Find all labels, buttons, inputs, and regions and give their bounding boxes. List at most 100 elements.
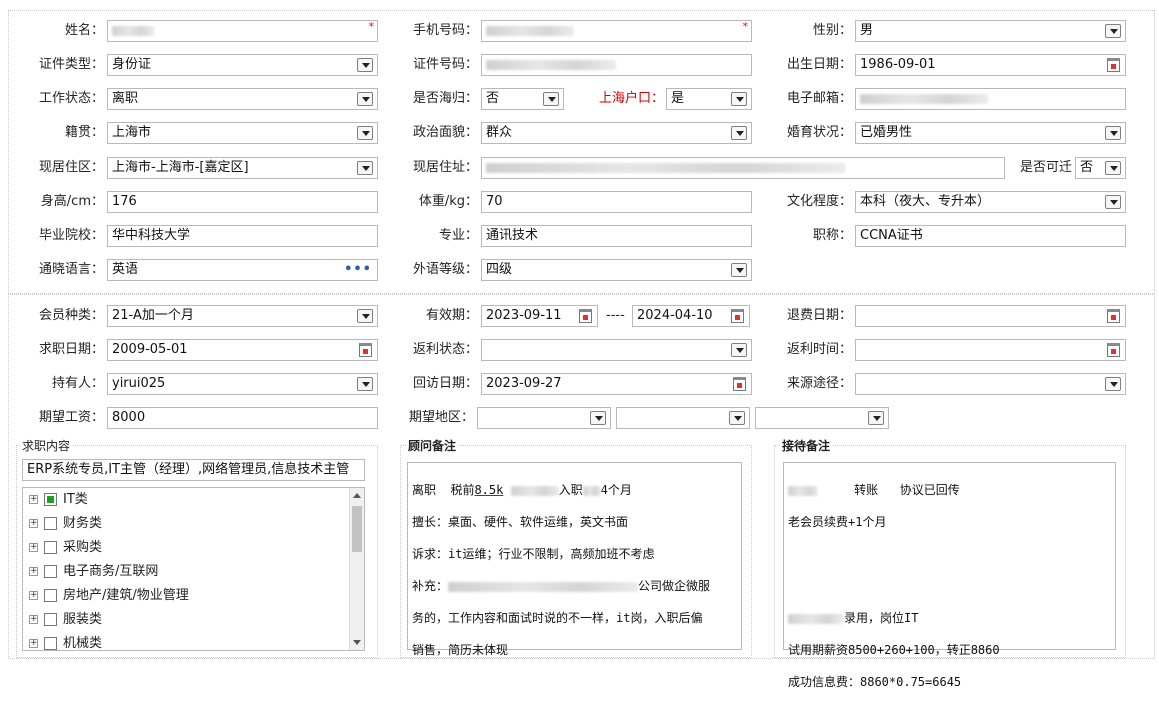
education-select[interactable]: 本科（夜大、专升本） <box>855 191 1126 213</box>
source-select[interactable] <box>855 373 1126 395</box>
area-city-select[interactable] <box>616 407 750 429</box>
checkbox-icon[interactable] <box>44 541 57 554</box>
checkbox-icon[interactable] <box>44 637 57 650</box>
checkbox-partial-icon[interactable] <box>44 493 57 506</box>
tree-item-purchasing[interactable]: + 采购类 <box>29 537 102 559</box>
area-district-select[interactable] <box>755 407 889 429</box>
calendar-icon[interactable] <box>733 377 746 391</box>
chevron-down-icon[interactable] <box>590 411 606 425</box>
chevron-down-icon[interactable] <box>1105 195 1121 209</box>
political-select[interactable]: 群众 <box>481 122 752 144</box>
chevron-down-icon[interactable] <box>357 58 373 72</box>
chevron-down-icon[interactable] <box>357 309 373 323</box>
chevron-down-icon[interactable] <box>1105 24 1121 38</box>
valid-from-field[interactable]: 2023-09-11 <box>481 305 598 327</box>
calendar-icon[interactable] <box>359 343 372 357</box>
major-field[interactable]: 通讯技术 <box>481 225 752 247</box>
address-field[interactable] <box>481 157 1005 179</box>
chevron-down-icon[interactable] <box>357 92 373 106</box>
chevron-down-icon[interactable] <box>357 161 373 175</box>
language-field[interactable]: 英语 ••• <box>107 259 378 281</box>
tree-scrollbar[interactable] <box>349 488 364 650</box>
id-number-field[interactable] <box>481 54 752 76</box>
chevron-down-icon[interactable] <box>1105 377 1121 391</box>
relocate-label: 是否可迁 <box>1019 160 1072 175</box>
expand-icon[interactable]: + <box>29 543 38 552</box>
native-place-select[interactable]: 上海市 <box>107 122 378 144</box>
chevron-down-icon[interactable] <box>731 343 747 357</box>
checkbox-icon[interactable] <box>44 613 57 626</box>
phone-field[interactable]: * <box>481 20 752 42</box>
name-field[interactable]: * <box>107 20 378 42</box>
calendar-icon[interactable] <box>1107 58 1120 72</box>
residence-area-select[interactable]: 上海市-上海市-[嘉定区] <box>107 157 378 179</box>
tree-item-finance[interactable]: + 财务类 <box>29 513 102 535</box>
note-line: 录用，岗位IT <box>788 610 1111 626</box>
tree-item-it[interactable]: + IT类 <box>29 489 88 511</box>
chevron-down-icon[interactable] <box>357 377 373 391</box>
visit-date-field[interactable]: 2023-09-27 <box>481 373 752 395</box>
valid-to-field[interactable]: 2024-04-10 <box>632 305 750 327</box>
relocate-select[interactable]: 否 <box>1075 157 1126 179</box>
birth-date-field[interactable]: 1986-09-01 <box>855 54 1126 76</box>
expand-icon[interactable]: + <box>29 639 38 648</box>
more-options-icon[interactable]: ••• <box>344 260 372 280</box>
consultant-notes-textarea[interactable]: 离职 税前8.5k 入职 4个月 擅长：桌面、硬件、软件运维，英文书面 诉求：it… <box>407 462 742 657</box>
calendar-icon[interactable] <box>1107 343 1120 357</box>
refund-date-field[interactable] <box>855 305 1126 327</box>
email-field[interactable] <box>855 88 1126 110</box>
expand-icon[interactable]: + <box>29 615 38 624</box>
area-province-select[interactable] <box>477 407 611 429</box>
weight-field[interactable]: 70 <box>481 191 752 213</box>
rebate-time-field[interactable] <box>855 339 1126 361</box>
school-field[interactable]: 华中科技大学 <box>107 225 378 247</box>
tree-item-real-estate[interactable]: + 房地产/建筑/物业管理 <box>29 585 189 607</box>
expand-icon[interactable]: + <box>29 591 38 600</box>
chevron-down-icon[interactable] <box>731 126 747 140</box>
calendar-icon[interactable] <box>731 309 744 323</box>
overseas-select[interactable]: 否 <box>481 88 564 110</box>
tree-item-apparel[interactable]: + 服装类 <box>29 609 102 631</box>
gender-select[interactable]: 男 <box>855 20 1126 42</box>
chevron-down-icon[interactable] <box>1105 161 1121 175</box>
chevron-down-icon[interactable] <box>543 92 559 106</box>
chevron-down-icon[interactable] <box>729 411 745 425</box>
calendar-icon[interactable] <box>1107 309 1120 323</box>
height-field[interactable]: 176 <box>107 191 378 213</box>
chevron-down-icon[interactable] <box>357 126 373 140</box>
chevron-down-icon[interactable] <box>868 411 884 425</box>
job-content-summary[interactable]: ERP系统专员,IT主管（经理）,网络管理员,信息技术主管 <box>22 459 365 481</box>
checkbox-icon[interactable] <box>44 517 57 530</box>
scroll-down-icon[interactable] <box>353 640 361 645</box>
tree-item-ecommerce[interactable]: + 电子商务/互联网 <box>29 561 158 583</box>
foreign-level-select[interactable]: 四级 <box>481 259 752 281</box>
chevron-down-icon[interactable] <box>731 263 747 277</box>
job-category-tree[interactable]: + IT类 + 财务类 + 采购类 + 电子商务/互联网 + 房地产/建筑/物业管理 + 服… <box>22 487 365 651</box>
expand-icon[interactable]: + <box>29 495 38 504</box>
checkbox-icon[interactable] <box>44 565 57 578</box>
scroll-thumb[interactable] <box>352 506 362 552</box>
expand-icon[interactable]: + <box>29 567 38 576</box>
rebate-status-select[interactable] <box>481 339 752 361</box>
phone-label: 手机号码： <box>412 23 478 38</box>
reception-notes-title: 接待备注 <box>780 437 833 454</box>
chevron-down-icon[interactable] <box>731 92 747 106</box>
member-type-select[interactable]: 21-A加一个月 <box>107 305 378 327</box>
holder-select[interactable]: yirui025 <box>107 373 378 395</box>
scroll-up-icon[interactable] <box>353 493 361 498</box>
salary-field[interactable]: 8000 <box>107 407 378 429</box>
chevron-down-icon[interactable] <box>1105 126 1121 140</box>
required-marker: * <box>742 20 749 33</box>
checkbox-icon[interactable] <box>44 589 57 602</box>
tree-item-machinery[interactable]: + 机械类 <box>29 633 102 650</box>
note-line: 补充： 公司做企微服 <box>412 579 711 593</box>
marital-select[interactable]: 已婚男性 <box>855 122 1126 144</box>
id-type-select[interactable]: 身份证 <box>107 54 378 76</box>
hukou-select[interactable]: 是 <box>666 88 752 110</box>
work-status-select[interactable]: 离职 <box>107 88 378 110</box>
job-title-field[interactable]: CCNA证书 <box>855 225 1126 247</box>
expand-icon[interactable]: + <box>29 519 38 528</box>
calendar-icon[interactable] <box>579 309 592 323</box>
reception-notes-textarea[interactable]: 转账 协议已回传 老会员续费+1个月 录用，岗位IT 试用期薪资8500+260… <box>783 462 1116 689</box>
job-date-field[interactable]: 2009-05-01 <box>107 339 378 361</box>
